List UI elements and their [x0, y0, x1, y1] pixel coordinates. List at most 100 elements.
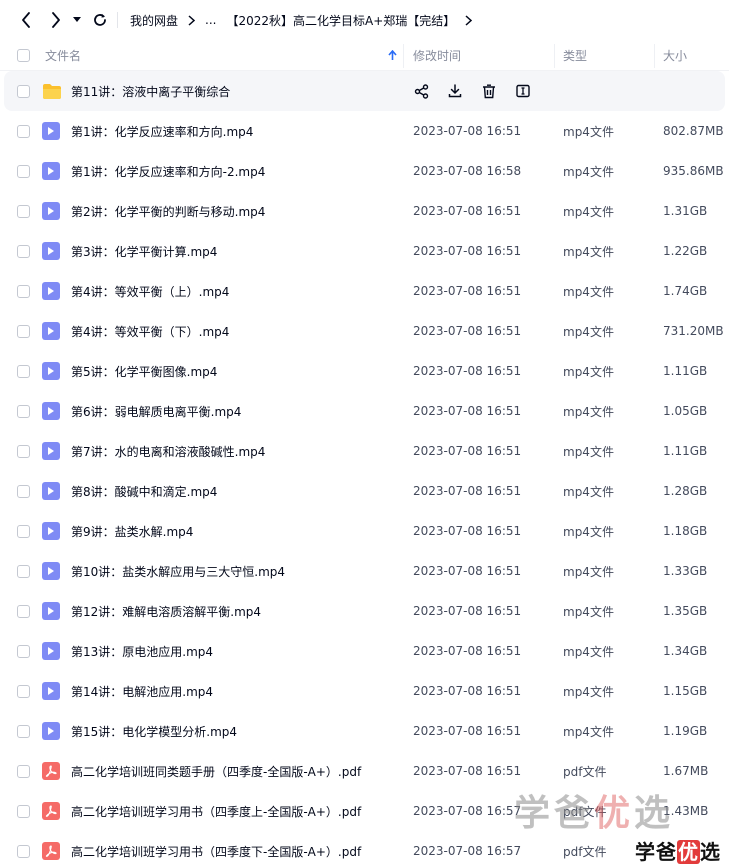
column-header-type[interactable]: 类型 [563, 40, 587, 71]
table-row[interactable]: 第13讲：原电池应用.mp4 2023-07-08 16:51 mp4文件 1.34G… [0, 631, 729, 671]
row-checkbox[interactable] [17, 391, 30, 431]
file-type: mp4文件 [563, 724, 614, 739]
file-name[interactable]: 第7讲：水的电离和溶液酸碱性.mp4 [71, 431, 265, 471]
file-name[interactable]: 第4讲：等效平衡（上）.mp4 [71, 271, 229, 311]
row-checkbox[interactable] [17, 111, 30, 151]
file-name[interactable]: 第15讲：电化学模型分析.mp4 [71, 711, 237, 751]
file-name[interactable]: 第12讲：难解电溶质溶解平衡.mp4 [71, 591, 261, 631]
file-name[interactable]: 第13讲：原电池应用.mp4 [71, 631, 213, 671]
row-checkbox[interactable] [17, 191, 30, 231]
file-name[interactable]: 第9讲：盐类水解.mp4 [71, 511, 193, 551]
table-row[interactable]: 第1讲：化学反应速率和方向.mp4 2023-07-08 16:51 mp4文件 80… [0, 111, 729, 151]
row-checkbox[interactable] [17, 751, 30, 791]
column-divider[interactable] [654, 44, 655, 68]
table-row[interactable]: 高二化学培训班同类题手册（四季度-全国版-A+）.pdf 2023-07-08 1… [0, 751, 729, 791]
column-header-name[interactable]: 文件名 [45, 40, 81, 71]
row-checkbox[interactable] [17, 591, 30, 631]
video-icon [42, 711, 60, 751]
table-row[interactable]: 第6讲：弱电解质电离平衡.mp4 2023-07-08 16:51 mp4文件 1.0… [0, 391, 729, 431]
file-size: 731.20MB [663, 324, 724, 338]
file-name[interactable]: 第5讲：化学平衡图像.mp4 [71, 351, 217, 391]
file-name[interactable]: 第1讲：化学反应速率和方向-2.mp4 [71, 151, 265, 191]
file-size: 1.43MB [663, 804, 709, 818]
breadcrumb-item-current[interactable]: 【2022秋】高二化学目标A+郑瑞【完结】 [226, 12, 455, 29]
breadcrumb-item-root[interactable]: 我的网盘 [130, 12, 178, 29]
forward-icon[interactable] [46, 10, 66, 30]
table-row[interactable]: 第8讲：酸碱中和滴定.mp4 2023-07-08 16:51 mp4文件 1.28G… [0, 471, 729, 511]
folder-icon [42, 71, 62, 111]
breadcrumb-ellipsis[interactable]: ... [205, 13, 216, 27]
file-modified-time: 2023-07-08 16:51 [413, 604, 522, 618]
table-row[interactable]: 第10讲：盐类水解应用与三大守恒.mp4 2023-07-08 16:51 mp4文… [0, 551, 729, 591]
row-checkbox[interactable] [17, 671, 30, 711]
table-row[interactable]: 第14讲：电解池应用.mp4 2023-07-08 16:51 mp4文件 1.15G… [0, 671, 729, 711]
table-row[interactable]: 第4讲：等效平衡（上）.mp4 2023-07-08 16:51 mp4文件 1.74… [0, 271, 729, 311]
select-all-checkbox[interactable] [17, 40, 30, 71]
chevron-right-icon [465, 14, 473, 26]
file-type: mp4文件 [563, 484, 614, 499]
row-checkbox[interactable] [17, 631, 30, 671]
table-row[interactable]: 第1讲：化学反应速率和方向-2.mp4 2023-07-08 16:58 mp4文件… [0, 151, 729, 191]
table-row-folder[interactable]: 第11讲：溶液中离子平衡综合 [4, 71, 725, 111]
row-checkbox[interactable] [17, 271, 30, 311]
row-checkbox[interactable] [17, 351, 30, 391]
column-divider[interactable] [403, 44, 404, 68]
file-name[interactable]: 第11讲：溶液中离子平衡综合 [71, 71, 230, 111]
back-icon[interactable] [16, 10, 36, 30]
file-modified-time: 2023-07-08 16:51 [413, 404, 522, 418]
video-icon [42, 431, 60, 471]
table-row[interactable]: 第15讲：电化学模型分析.mp4 2023-07-08 16:51 mp4文件 1.1… [0, 711, 729, 751]
row-checkbox[interactable] [17, 551, 30, 591]
file-type: mp4文件 [563, 124, 614, 139]
file-name[interactable]: 第10讲：盐类水解应用与三大守恒.mp4 [71, 551, 285, 591]
file-name[interactable]: 第14讲：电解池应用.mp4 [71, 671, 213, 711]
table-row[interactable]: 第2讲：化学平衡的判断与移动.mp4 2023-07-08 16:51 mp4文件 1… [0, 191, 729, 231]
pdf-icon [42, 751, 60, 791]
file-name[interactable]: 第1讲：化学反应速率和方向.mp4 [71, 111, 253, 151]
row-checkbox[interactable] [17, 71, 30, 111]
rename-icon[interactable] [506, 71, 540, 111]
table-row[interactable]: 第7讲：水的电离和溶液酸碱性.mp4 2023-07-08 16:51 mp4文件 1… [0, 431, 729, 471]
download-icon[interactable] [438, 71, 472, 111]
table-row[interactable]: 第3讲：化学平衡计算.mp4 2023-07-08 16:51 mp4文件 1.22G… [0, 231, 729, 271]
file-list: 第11讲：溶液中离子平衡综合 第1讲：化学反应速率和方向.mp4 2023-07-… [0, 71, 729, 866]
row-checkbox[interactable] [17, 511, 30, 551]
table-row[interactable]: 高二化学培训班学习用书（四季度上-全国版-A+）.pdf 2023-07-08 1… [0, 791, 729, 831]
file-modified-time: 2023-07-08 16:51 [413, 524, 522, 538]
row-checkbox[interactable] [17, 311, 30, 351]
table-row[interactable]: 第12讲：难解电溶质溶解平衡.mp4 2023-07-08 16:51 mp4文件 1… [0, 591, 729, 631]
file-type: pdf文件 [563, 764, 607, 779]
row-checkbox[interactable] [17, 151, 30, 191]
file-size: 935.86MB [663, 164, 724, 178]
row-checkbox[interactable] [17, 431, 30, 471]
column-divider[interactable] [554, 44, 555, 68]
delete-icon[interactable] [472, 71, 506, 111]
table-row[interactable]: 高二化学培训班学习用书（四季度下-全国版-A+）.pdf 2023-07-08 1… [0, 831, 729, 866]
column-header-time[interactable]: 修改时间 [413, 40, 461, 71]
history-dropdown-icon[interactable] [70, 10, 84, 30]
file-name[interactable]: 高二化学培训班同类题手册（四季度-全国版-A+）.pdf [71, 751, 361, 791]
row-checkbox[interactable] [17, 471, 30, 511]
file-name[interactable]: 第3讲：化学平衡计算.mp4 [71, 231, 217, 271]
row-checkbox[interactable] [17, 711, 30, 751]
file-name[interactable]: 第6讲：弱电解质电离平衡.mp4 [71, 391, 241, 431]
file-modified-time: 2023-07-08 16:51 [413, 444, 522, 458]
file-modified-time: 2023-07-08 16:51 [413, 124, 522, 138]
row-checkbox[interactable] [17, 231, 30, 271]
file-name[interactable]: 第2讲：化学平衡的判断与移动.mp4 [71, 191, 265, 231]
table-row[interactable]: 第9讲：盐类水解.mp4 2023-07-08 16:51 mp4文件 1.18GB [0, 511, 729, 551]
file-name[interactable]: 高二化学培训班学习用书（四季度上-全国版-A+）.pdf [71, 791, 361, 831]
row-checkbox[interactable] [17, 831, 30, 866]
table-row[interactable]: 第5讲：化学平衡图像.mp4 2023-07-08 16:51 mp4文件 1.11G… [0, 351, 729, 391]
table-row[interactable]: 第4讲：等效平衡（下）.mp4 2023-07-08 16:51 mp4文件 731.… [0, 311, 729, 351]
file-modified-time: 2023-07-08 16:51 [413, 284, 522, 298]
row-checkbox[interactable] [17, 791, 30, 831]
refresh-icon[interactable] [90, 10, 110, 30]
file-type: mp4文件 [563, 524, 614, 539]
share-icon[interactable] [404, 71, 438, 111]
arrow-up-icon[interactable] [388, 40, 397, 71]
column-header-size[interactable]: 大小 [663, 40, 687, 71]
file-name[interactable]: 第4讲：等效平衡（下）.mp4 [71, 311, 229, 351]
file-name[interactable]: 高二化学培训班学习用书（四季度下-全国版-A+）.pdf [71, 831, 361, 866]
file-name[interactable]: 第8讲：酸碱中和滴定.mp4 [71, 471, 217, 511]
